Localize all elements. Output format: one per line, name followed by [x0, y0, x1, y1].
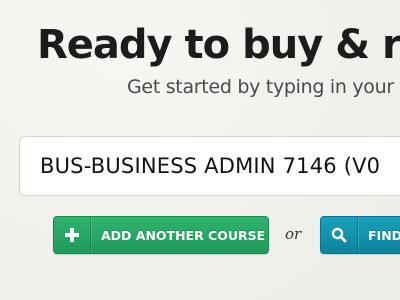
add-another-course-button[interactable]: ADD ANOTHER COURSE: [53, 216, 269, 254]
course-search-box[interactable]: [19, 136, 400, 196]
page: Ready to buy & re Get started by typing …: [0, 0, 400, 300]
course-search-input[interactable]: [40, 137, 400, 195]
find-button[interactable]: FIND: [320, 216, 400, 254]
search-icon: [321, 217, 358, 253]
find-label: FIND: [368, 227, 400, 243]
plus-icon: [54, 217, 91, 253]
page-subheadline: Get started by typing in your: [127, 76, 394, 98]
add-another-course-label: ADD ANOTHER COURSE: [101, 227, 266, 243]
or-separator: or: [285, 225, 302, 243]
page-headline: Ready to buy & re: [37, 22, 400, 68]
